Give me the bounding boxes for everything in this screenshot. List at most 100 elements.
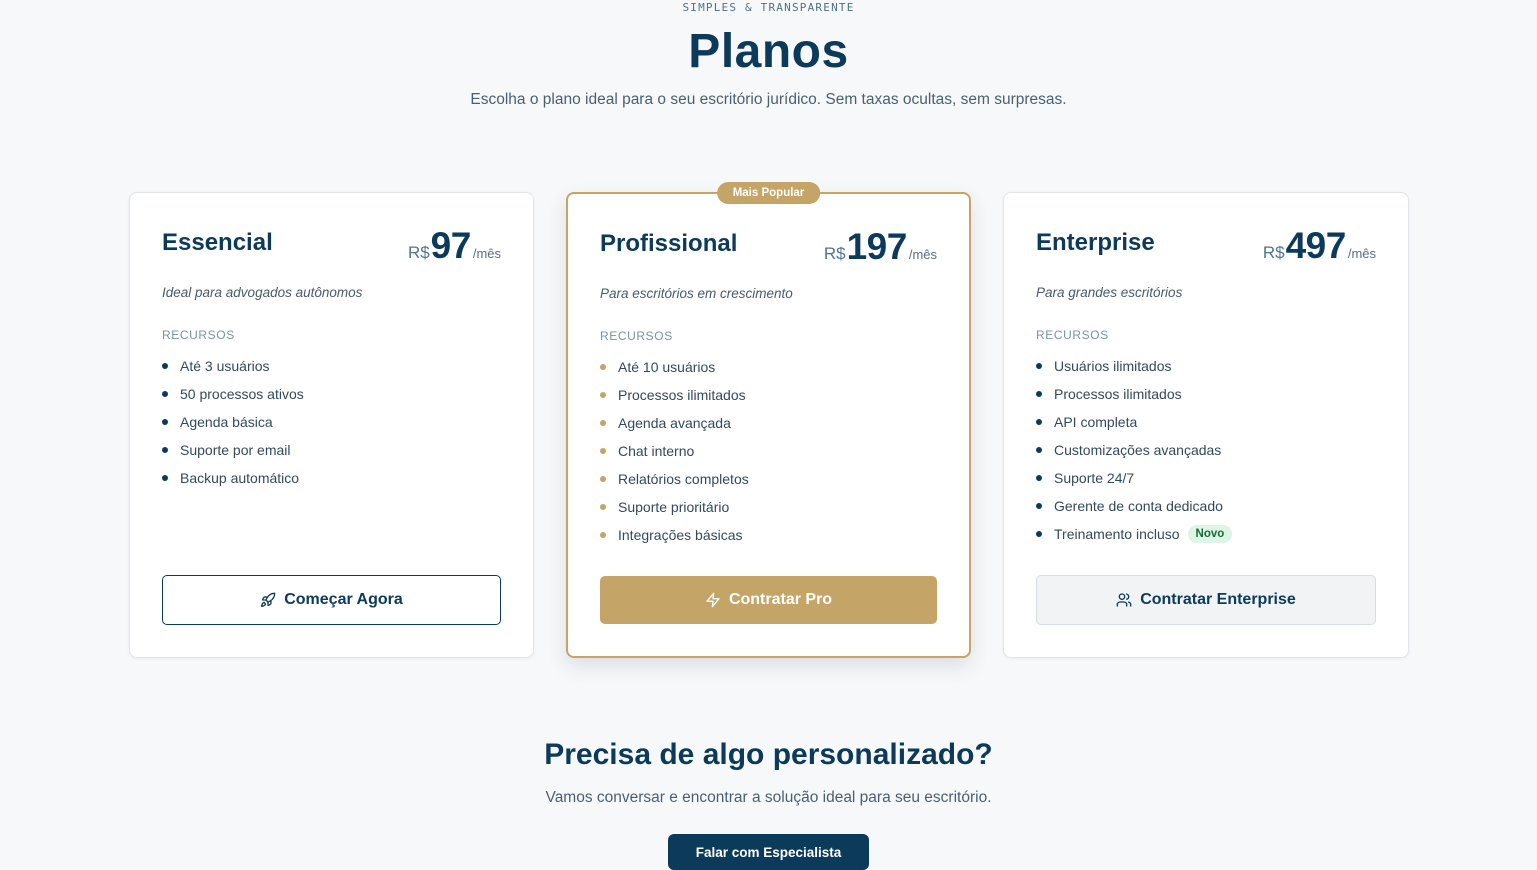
bullet-icon [600,448,606,454]
feature-text: API completa [1054,414,1138,430]
feature-item: Gerente de conta dedicado [1036,492,1232,520]
feature-list: Usuários ilimitados Processos ilimitados… [1036,352,1233,548]
price-currency: R$ [823,244,846,263]
feature-item: Chat interno [600,437,749,465]
lightning-icon [706,592,720,608]
feature-text: 50 processos ativos [180,386,304,402]
feature-text: Chat interno [618,443,695,459]
feature-text: Até 3 usuários [180,358,270,374]
feature-text: Agenda básica [180,414,273,430]
feature-text: Customizações avançadas [1054,442,1222,458]
bullet-icon [1036,447,1042,453]
bullet-icon [600,420,606,426]
bullet-icon [600,476,606,482]
feature-item: Até 3 usuários [162,352,304,380]
plan-price: R$ 97 /mês [408,225,501,267]
feature-text: Suporte prioritário [618,499,730,515]
plan-card-essencial: Essencial R$ 97 /mês Ideal para advogado… [129,192,534,658]
plan-card-profissional: Mais Popular Profissional R$ 197 /mês Pa… [566,182,971,658]
bullet-icon [1036,419,1042,425]
comecar-agora-button[interactable]: Começar Agora [162,575,501,625]
cta-label: Contratar Pro [728,591,833,608]
feature-item: Customizações avançadas [1036,436,1232,464]
plan-name: Essencial [162,229,273,256]
feature-item: Até 10 usuários [600,353,749,381]
feature-item: Suporte por email [162,436,304,464]
bullet-icon [600,364,606,370]
feature-list: Até 3 usuários 50 processos ativos Agend… [162,352,304,492]
plan-price: R$ 497 /mês [1263,225,1376,267]
plan-name: Enterprise [1036,229,1155,256]
price-period: /mês [1347,246,1376,261]
page-subtitle: Escolha o plano ideal para o seu escritó… [470,91,1067,108]
feature-text: Suporte 24/7 [1054,470,1135,486]
new-badge: Novo [1187,525,1233,543]
custom-section-subtitle: Vamos conversar e encontrar a solução id… [545,789,992,806]
price-period: /mês [908,247,937,262]
cta-label: Começar Agora [284,591,403,608]
feature-text: Treinamento incluso [1054,526,1180,542]
bullet-icon [162,391,168,397]
section-eyebrow: SIMPLES & TRANSPARENTE [682,1,855,14]
cta-label: Contratar Enterprise [1140,591,1296,608]
feature-item: Integrações básicas [600,521,749,549]
feature-text: Processos ilimitados [1054,386,1182,402]
bullet-icon [162,475,168,481]
feature-item: Backup automático [162,464,304,492]
feature-text: Suporte por email [180,442,291,458]
feature-item: Processos ilimitados [600,381,749,409]
rocket-icon [261,592,276,607]
bullet-icon [162,363,168,369]
plan-card-enterprise: Enterprise R$ 497 /mês Para grandes escr… [1003,192,1409,658]
feature-list: Até 10 usuários Processos ilimitados Age… [600,353,749,549]
plan-description: Para grandes escritórios [1036,285,1183,300]
feature-item: Processos ilimitados [1036,380,1232,408]
feature-text: Backup automático [180,470,300,486]
feature-text: Até 10 usuários [618,359,716,375]
bullet-icon [1036,531,1042,537]
bullet-icon [1036,503,1042,509]
bullet-icon [600,392,606,398]
feature-item: Suporte prioritário [600,493,749,521]
feature-text: Usuários ilimitados [1054,358,1172,374]
features-label: RECURSOS [600,329,673,343]
price-amount: 497 [1285,225,1347,266]
price-period: /mês [472,246,501,261]
bullet-icon [600,532,606,538]
bullet-icon [1036,475,1042,481]
feature-item: Usuários ilimitados [1036,352,1232,380]
plan-description: Ideal para advogados autônomos [162,285,363,300]
bullet-icon [600,504,606,510]
feature-text: Agenda avançada [618,415,731,431]
bullet-icon [1036,363,1042,369]
users-icon [1116,593,1132,607]
feature-item: 50 processos ativos [162,380,304,408]
pricing-page: SIMPLES & TRANSPARENTE Planos Escolha o … [0,0,1537,870]
plan-price: R$ 197 /mês [824,226,937,268]
feature-item: Agenda avançada [600,409,749,437]
feature-text: Gerente de conta dedicado [1054,498,1223,514]
contratar-enterprise-button[interactable]: Contratar Enterprise [1036,575,1376,625]
popular-badge: Mais Popular [716,182,821,204]
bullet-icon [1036,391,1042,397]
price-currency: R$ [1262,243,1285,262]
page-title: Planos [688,25,849,78]
features-label: RECURSOS [1036,328,1109,342]
plan-name: Profissional [600,230,738,257]
feature-item: Agenda básica [162,408,304,436]
bullet-icon [162,447,168,453]
feature-item: Relatórios completos [600,465,749,493]
price-amount: 197 [846,226,908,267]
feature-item: API completa [1036,408,1232,436]
contratar-pro-button[interactable]: Contratar Pro [600,576,937,624]
price-currency: R$ [407,243,430,262]
feature-text: Processos ilimitados [618,387,746,403]
price-amount: 97 [430,225,472,266]
feature-item: Suporte 24/7 [1036,464,1232,492]
feature-item: Treinamento incluso Novo [1036,520,1233,548]
falar-com-especialista-button[interactable]: Falar com Especialista [668,834,869,870]
custom-section-title: Precisa de algo personalizado? [544,738,993,771]
plan-description: Para escritórios em crescimento [600,286,793,301]
features-label: RECURSOS [162,328,235,342]
feature-text: Relatórios completos [618,471,749,487]
